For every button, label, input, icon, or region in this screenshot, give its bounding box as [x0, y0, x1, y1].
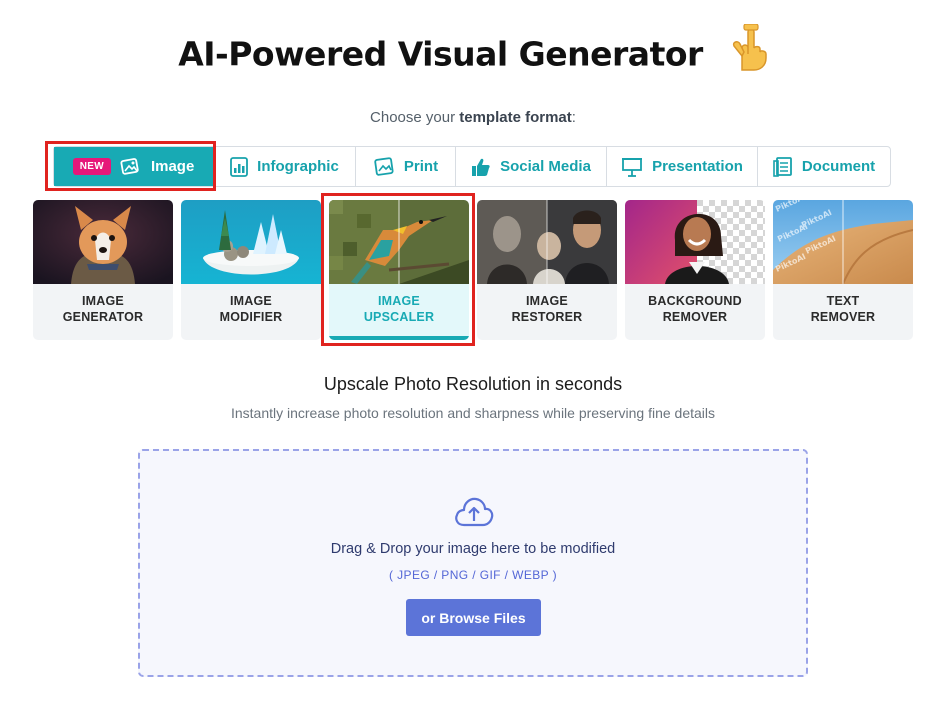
- bonsai-bowl-thumbnail: [181, 200, 321, 284]
- template-format-emphasis: template format: [459, 109, 572, 126]
- browse-files-button[interactable]: or Browse Files: [406, 599, 541, 636]
- presentation-icon: [621, 157, 643, 177]
- document-icon: [773, 156, 793, 177]
- section-title: Upscale Photo Resolution in seconds: [323, 374, 623, 394]
- tab-document-label: Document: [801, 158, 876, 175]
- dropzone-prompt: Drag & Drop your image here to be modifi…: [330, 541, 616, 557]
- tool-card-image-upscaler[interactable]: IMAGE UPSCALER: [329, 200, 469, 340]
- template-format-prompt: Choose your template format:: [370, 109, 576, 126]
- page-title: AI-Powered Visual Generator: [0, 23, 946, 80]
- tab-presentation-label: Presentation: [652, 158, 743, 175]
- tool-card-label: BACKGROUND REMOVER: [648, 294, 742, 324]
- tab-presentation[interactable]: Presentation: [607, 147, 758, 186]
- tool-card-background-remover[interactable]: BACKGROUND REMOVER: [625, 200, 765, 340]
- desert-thumbnail: PiktoAI PiktoAI PiktoAI PiktoAI PiktoAI: [773, 200, 913, 284]
- tab-social-media-label: Social Media: [500, 158, 591, 175]
- tool-card-image-modifier[interactable]: IMAGE MODIFIER: [181, 200, 321, 340]
- tool-card-image-generator[interactable]: IMAGE GENERATOR: [33, 200, 173, 340]
- section-description: Instantly increase photo resolution and …: [230, 405, 716, 421]
- tab-image-label: Image: [150, 158, 195, 175]
- upload-dropzone[interactable]: Drag & Drop your image here to be modifi…: [138, 449, 808, 677]
- bar-chart-icon: [230, 156, 249, 177]
- tab-social-media[interactable]: Social Media: [456, 147, 607, 186]
- cloud-upload-icon: [453, 495, 495, 534]
- thumbs-up-icon: [471, 157, 491, 177]
- template-format-tabs: NEW Image Infographic Print Social Media…: [53, 146, 891, 187]
- tab-print[interactable]: Print: [356, 147, 456, 186]
- tab-document[interactable]: Document: [758, 147, 890, 186]
- tool-card-text-remover[interactable]: PiktoAI PiktoAI PiktoAI PiktoAI PiktoAI …: [773, 200, 913, 340]
- pointing-down-hand-icon: [728, 23, 768, 80]
- tool-card-label: IMAGE RESTORER: [511, 294, 583, 324]
- tab-image[interactable]: NEW Image: [54, 147, 214, 186]
- tab-print-label: Print: [403, 158, 439, 175]
- tab-infographic-label: Infographic: [257, 158, 339, 175]
- selected-indicator: [329, 336, 469, 340]
- page-title-text: AI-Powered Visual Generator: [178, 34, 703, 74]
- corgi-thumbnail: [33, 200, 173, 284]
- print-image-icon: [373, 156, 395, 177]
- tool-card-label: TEXT REMOVER: [810, 294, 876, 324]
- supported-formats: ( JPEG / PNG / GIF / WEBP ): [389, 568, 557, 582]
- image-icon: [120, 157, 142, 177]
- bird-thumbnail: [329, 200, 469, 284]
- tool-card-label: IMAGE UPSCALER: [363, 294, 435, 324]
- tool-card-image-restorer[interactable]: IMAGE RESTORER: [477, 200, 617, 340]
- tab-infographic[interactable]: Infographic: [214, 147, 356, 186]
- new-badge: NEW: [72, 158, 111, 175]
- tool-card-label: IMAGE GENERATOR: [62, 294, 144, 324]
- family-photo-thumbnail: [477, 200, 617, 284]
- portrait-thumbnail: [625, 200, 765, 284]
- tool-card-label: IMAGE MODIFIER: [219, 294, 283, 324]
